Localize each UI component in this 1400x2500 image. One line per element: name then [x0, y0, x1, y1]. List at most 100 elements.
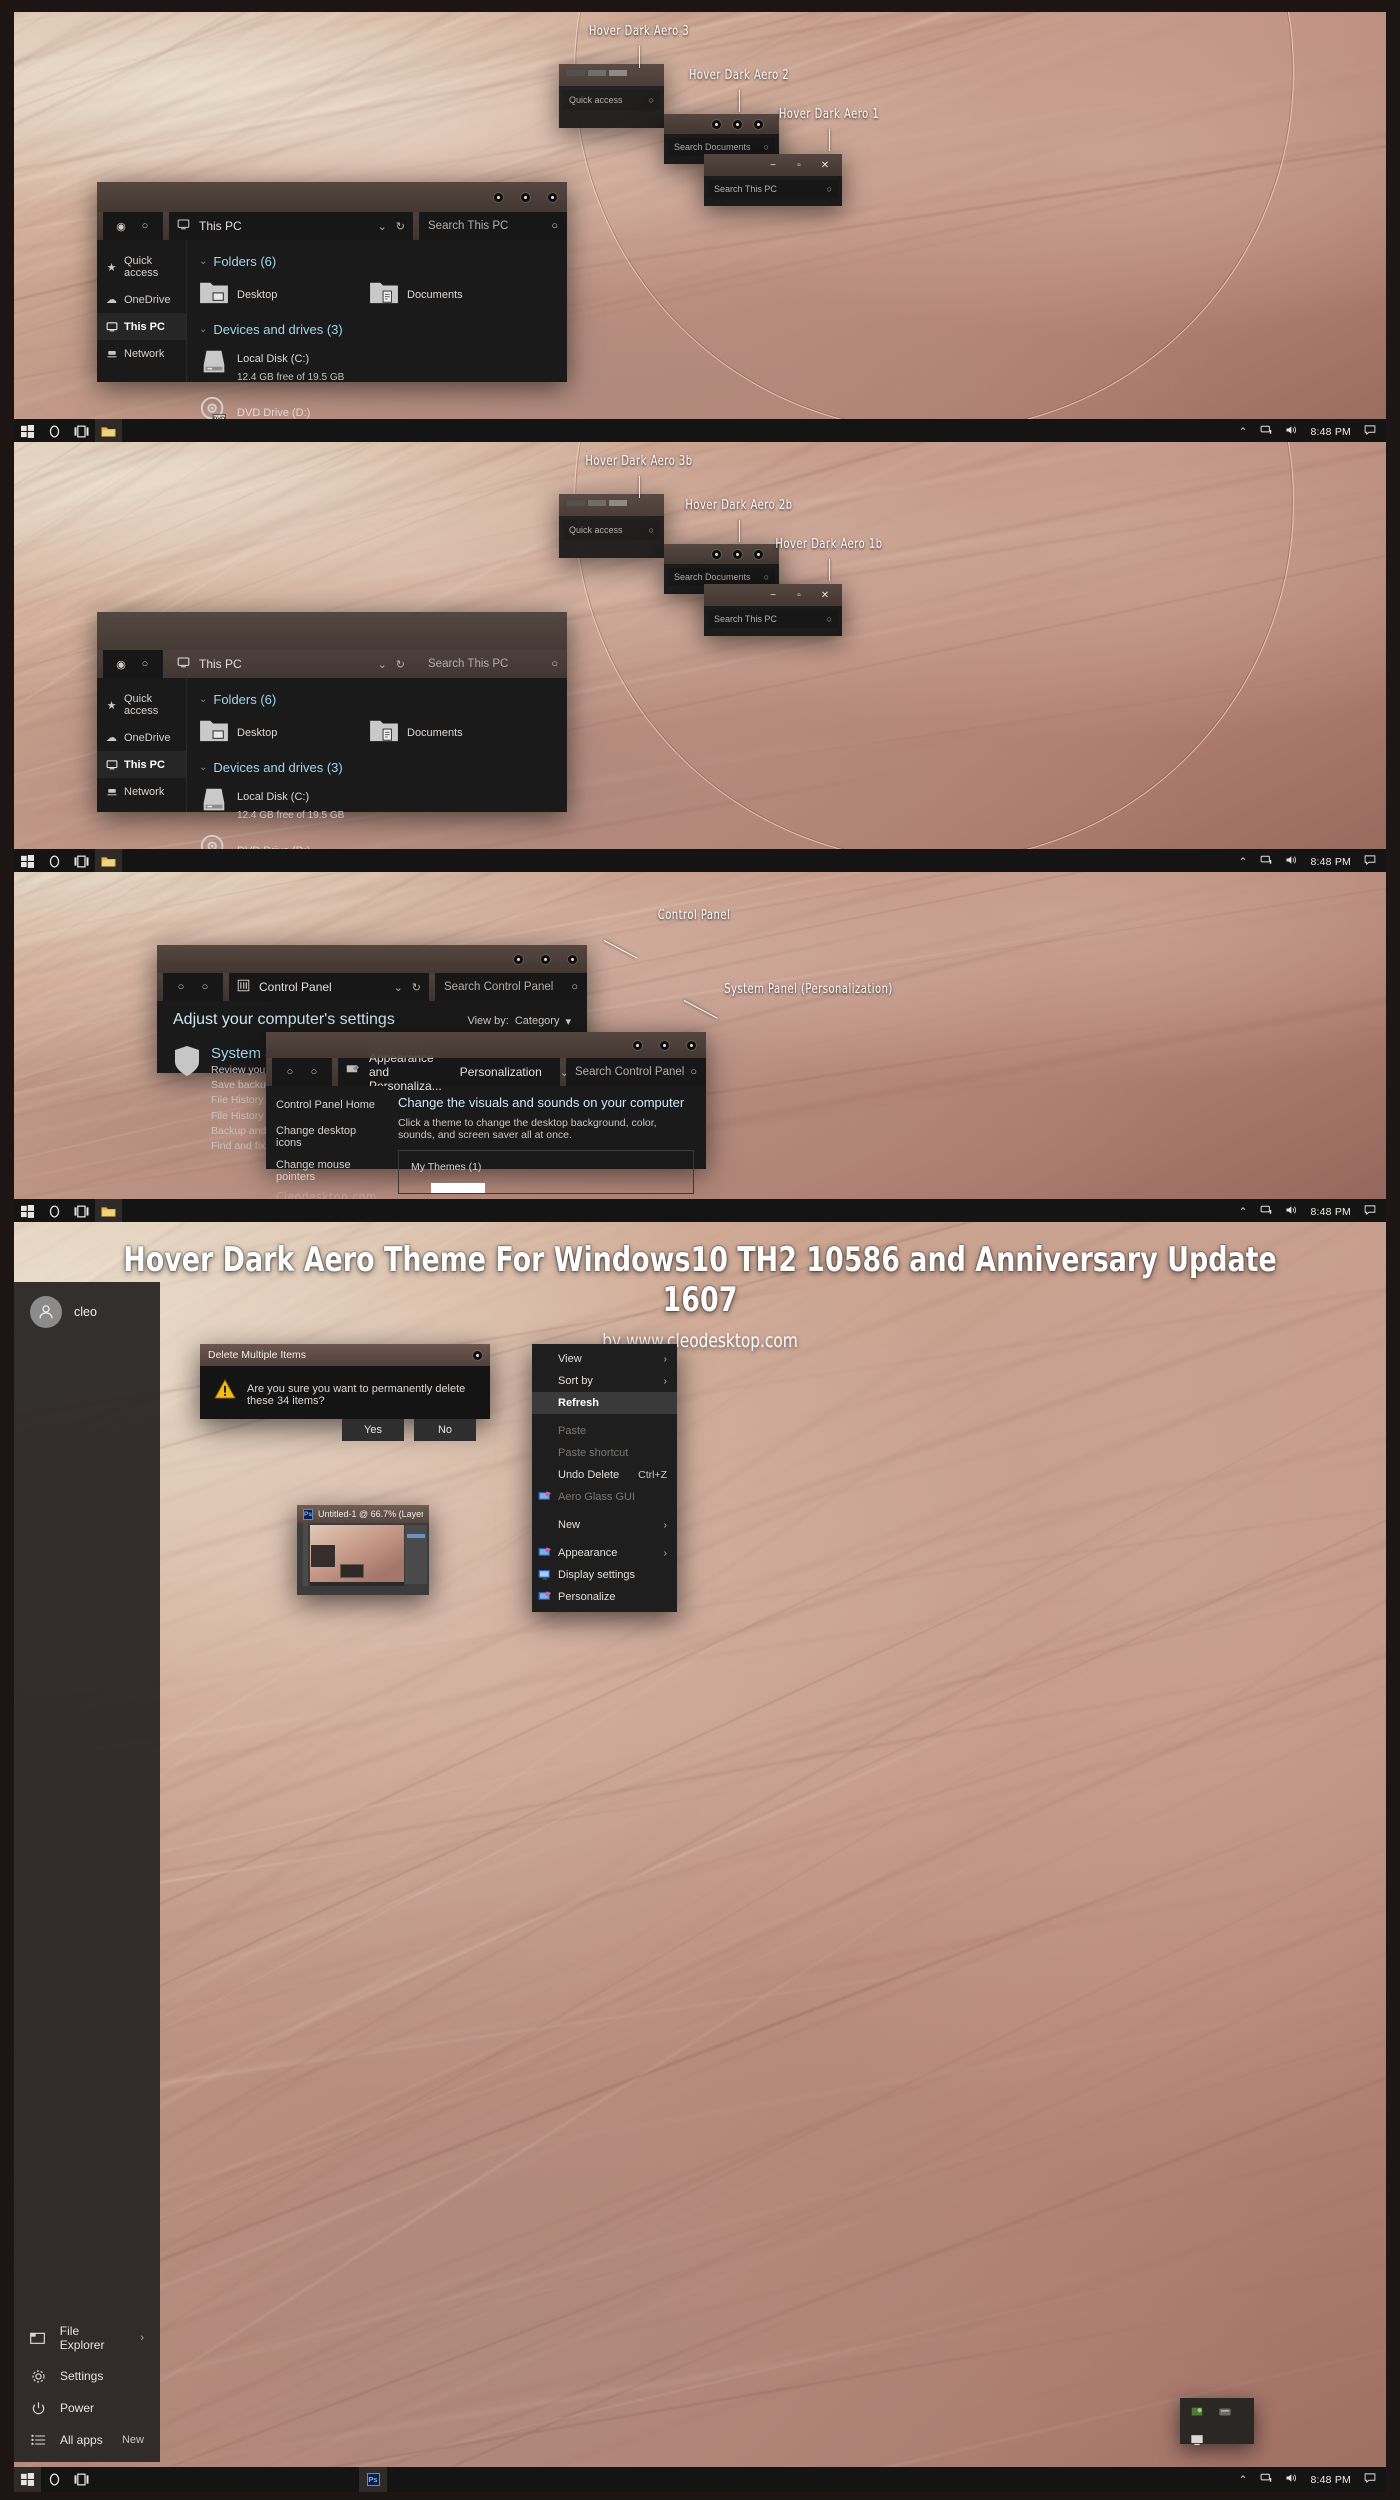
pz-link-change-desktop-icons[interactable]: Change desktop icons: [276, 1120, 376, 1154]
maximize-dot[interactable]: [521, 192, 530, 202]
context-menu-item-view[interactable]: View ›: [532, 1348, 677, 1370]
explorer-window-2[interactable]: ◉ ○ This PC ⌄ ↻ Search This PC ○ ★ Quick…: [97, 612, 567, 861]
personalization-window[interactable]: ○ ○ Appearance and Personaliza... Person…: [266, 1032, 706, 1221]
network-tray-icon[interactable]: [1260, 424, 1272, 439]
network-tray-icon[interactable]: [1260, 1204, 1272, 1219]
photoshop-taskbar-button[interactable]: Ps: [359, 2467, 387, 2492]
theme-thumbnail[interactable]: [411, 1183, 485, 1193]
chevron-right-icon[interactable]: ›: [140, 2332, 144, 2344]
maximize-button[interactable]: ▫: [786, 160, 812, 171]
explorer-window[interactable]: ◉ ○ This PC ⌄ ↻ Search This PC ○ ★ Quick…: [97, 182, 567, 423]
chevron-down-icon[interactable]: ⌄: [394, 981, 403, 994]
maximize-dot[interactable]: [541, 954, 550, 964]
search-input[interactable]: Search Control Panel ○: [566, 1058, 706, 1086]
list-item[interactable]: Local Disk (C:) 12.4 GB free of 19.5 GB: [199, 347, 389, 385]
action-center-icon[interactable]: [1364, 424, 1376, 439]
app-tray-icon-1[interactable]: [1190, 2405, 1204, 2419]
close-dot[interactable]: [568, 954, 577, 964]
context-menu-item-aero-glass-gui[interactable]: Aero Glass GUI: [532, 1486, 677, 1508]
group-header-devices[interactable]: ⌄ Devices and drives (3): [199, 760, 555, 775]
context-menu-item-undo-delete[interactable]: Undo Delete Ctrl+Z: [532, 1464, 677, 1486]
maximize-dot[interactable]: [733, 549, 742, 559]
start-menu-item-settings[interactable]: Settings: [14, 2360, 160, 2392]
minimize-dot[interactable]: [494, 192, 503, 202]
list-item[interactable]: Documents: [369, 717, 539, 748]
sidebar-item-network[interactable]: Network: [97, 340, 186, 367]
chevron-down-icon[interactable]: ⌄: [378, 658, 387, 671]
volume-tray-icon[interactable]: [1285, 424, 1297, 439]
action-center-icon[interactable]: [1364, 854, 1376, 869]
close-button[interactable]: ✕: [812, 160, 838, 171]
back-icon[interactable]: ◉: [109, 212, 133, 240]
forward-icon[interactable]: ○: [133, 650, 157, 678]
search-input[interactable]: Search Control Panel ○: [435, 973, 587, 1001]
sidebar-item-quick-access[interactable]: ★ Quick access: [97, 248, 186, 286]
chevron-down-icon[interactable]: ▾: [565, 1015, 571, 1028]
start-menu-item-all-apps[interactable]: All apps New: [14, 2424, 160, 2456]
search-input[interactable]: Search This PC ○: [419, 212, 567, 240]
cortana-circle-icon[interactable]: [41, 1199, 68, 1224]
pz-link-change-mouse-pointers[interactable]: Change mouse pointers: [276, 1154, 376, 1188]
peek-window-1[interactable]: − ▫ ✕ Search This PC ○: [704, 154, 842, 206]
desktop-context-menu[interactable]: View › Sort by › Refresh Paste Paste short…: [532, 1344, 677, 1612]
breadcrumb[interactable]: Control Panel ⌄ ↻: [229, 973, 429, 1001]
photoshop-window[interactable]: Ps Untitled-1 @ 66.7% (Layer 2, RG...: [297, 1505, 429, 1595]
back-icon[interactable]: ○: [169, 973, 193, 1001]
tray-flyout[interactable]: [1180, 2398, 1254, 2447]
photoshop-canvas[interactable]: [297, 1523, 429, 1595]
chevron-down-icon[interactable]: ⌄: [378, 220, 387, 233]
minimize-dot[interactable]: [712, 549, 721, 559]
search-input[interactable]: Search This PC ○: [419, 650, 567, 678]
windows-start-icon[interactable]: [14, 1199, 41, 1224]
sidebar-item-quick-access[interactable]: ★ Quick access: [97, 686, 186, 724]
context-menu-item-refresh[interactable]: Refresh: [532, 1392, 677, 1414]
start-menu-user[interactable]: cleo: [14, 1282, 160, 1342]
refresh-icon[interactable]: ↻: [412, 981, 421, 994]
close-button[interactable]: ✕: [812, 590, 838, 601]
close-dot[interactable]: [687, 1040, 696, 1050]
breadcrumb-text-2[interactable]: Personalization: [460, 1065, 542, 1079]
window-titlebar[interactable]: [97, 182, 567, 212]
start-menu-item-file-explorer[interactable]: File Explorer ›: [14, 2316, 160, 2360]
show-hidden-icons-chevron[interactable]: ⌃: [1239, 1206, 1248, 1218]
forward-icon[interactable]: ○: [193, 973, 217, 1001]
clock[interactable]: 8:48 PM: [1310, 1206, 1351, 1218]
maximize-dot[interactable]: [733, 119, 742, 129]
windows-start-icon[interactable]: [14, 2467, 41, 2492]
minimize-button[interactable]: −: [760, 160, 786, 171]
back-icon[interactable]: ○: [278, 1058, 302, 1086]
pz-link-control-panel-home[interactable]: Control Panel Home: [276, 1094, 376, 1116]
start-menu-item-power[interactable]: Power: [14, 2392, 160, 2424]
maximize-button[interactable]: ▫: [786, 590, 812, 601]
sidebar-item-this-pc[interactable]: This PC: [97, 313, 186, 340]
context-menu-item-display-settings[interactable]: Display settings: [532, 1564, 677, 1586]
cortana-circle-icon[interactable]: [41, 849, 68, 874]
volume-tray-icon[interactable]: [1285, 854, 1297, 869]
delete-dialog[interactable]: Delete Multiple Items Are you sure you w…: [200, 1344, 490, 1441]
breadcrumb[interactable]: This PC ⌄ ↻: [169, 650, 413, 678]
app-tray-icon-3[interactable]: [1190, 2433, 1204, 2447]
window-titlebar[interactable]: [157, 945, 587, 973]
file-explorer-taskbar-icon[interactable]: [95, 419, 122, 444]
show-hidden-icons-chevron[interactable]: ⌃: [1239, 856, 1248, 868]
context-menu-item-personalize[interactable]: Personalize: [532, 1586, 677, 1608]
list-item[interactable]: Desktop: [199, 717, 369, 748]
file-explorer-taskbar-icon[interactable]: [95, 1199, 122, 1224]
context-menu-item-sort-by[interactable]: Sort by ›: [532, 1370, 677, 1392]
sidebar-item-onedrive[interactable]: ☁ OneDrive: [97, 286, 186, 313]
action-center-icon[interactable]: [1364, 2472, 1376, 2487]
refresh-icon[interactable]: ↻: [396, 658, 405, 671]
clock[interactable]: 8:48 PM: [1310, 426, 1351, 438]
show-hidden-icons-chevron[interactable]: ⌃: [1239, 426, 1248, 438]
breadcrumb[interactable]: This PC ⌄ ↻: [169, 212, 413, 240]
sidebar-item-network[interactable]: Network: [97, 778, 186, 805]
peek-window-3b[interactable]: Quick access ○: [559, 494, 664, 558]
back-icon[interactable]: ◉: [109, 650, 133, 678]
forward-icon[interactable]: ○: [133, 212, 157, 240]
dialog-titlebar[interactable]: Delete Multiple Items: [200, 1344, 490, 1366]
breadcrumb[interactable]: Appearance and Personaliza... Personaliz…: [338, 1051, 587, 1093]
close-icon[interactable]: [473, 1350, 482, 1360]
window-titlebar[interactable]: [97, 612, 567, 650]
network-tray-icon[interactable]: [1260, 2472, 1272, 2487]
forward-icon[interactable]: ○: [302, 1058, 326, 1086]
